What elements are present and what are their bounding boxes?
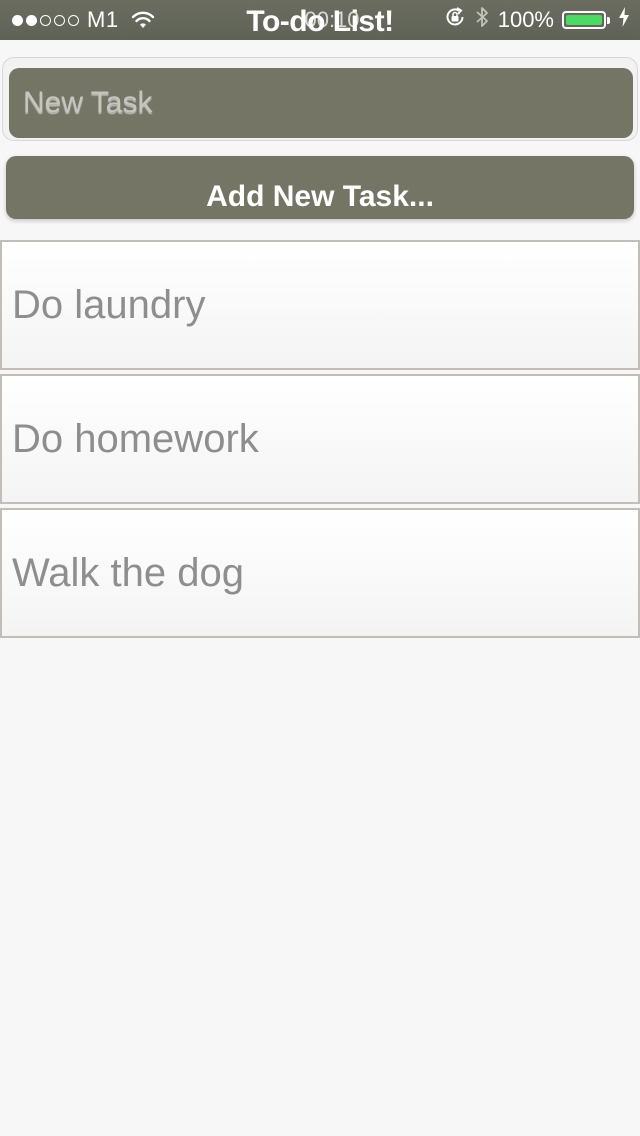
task-item[interactable]: Do homework xyxy=(0,374,640,504)
new-task-field-wrapper xyxy=(2,57,638,141)
battery-icon xyxy=(562,11,610,29)
task-list: Do laundry Do homework Walk the dog xyxy=(0,240,640,642)
task-item[interactable]: Walk the dog xyxy=(0,508,640,638)
status-bar-right: 100% xyxy=(436,0,630,40)
rotation-lock-icon xyxy=(444,6,466,34)
task-item[interactable]: Do laundry xyxy=(0,240,640,370)
new-task-input[interactable] xyxy=(9,68,633,138)
battery-body xyxy=(562,11,606,29)
status-bar: M1 00:10 To-do List! 100% xyxy=(0,0,640,40)
add-new-task-button[interactable]: Add New Task... xyxy=(6,156,634,219)
bluetooth-icon xyxy=(474,5,490,35)
task-label: Do homework xyxy=(12,417,259,461)
task-label: Do laundry xyxy=(12,283,206,327)
battery-percent: 100% xyxy=(497,7,554,32)
battery-tip xyxy=(607,16,610,24)
battery-fill xyxy=(566,15,602,25)
charging-icon xyxy=(618,6,630,34)
task-label: Walk the dog xyxy=(12,551,244,595)
